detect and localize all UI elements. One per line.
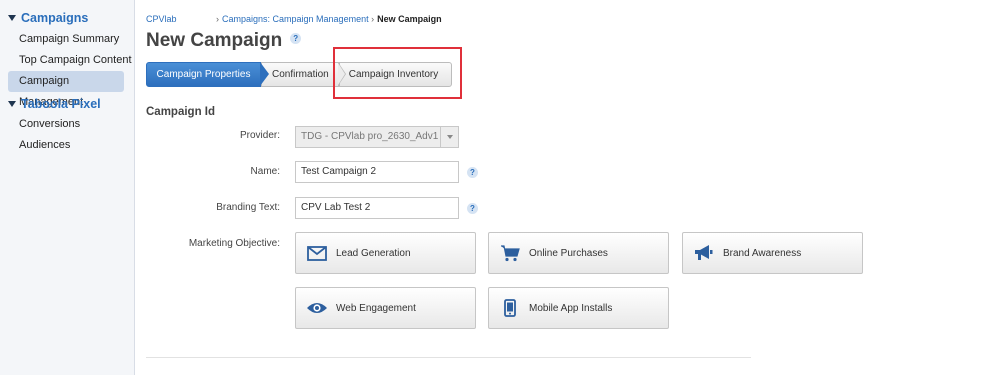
sidebar-item-campaign-management[interactable]: Campaign Management bbox=[8, 71, 124, 108]
objective-lead-generation[interactable]: Lead Generation bbox=[295, 232, 476, 274]
sidebar-item-campaign-summary[interactable]: Campaign Summary bbox=[0, 29, 134, 50]
provider-select[interactable]: TDG - CPVlab pro_2630_Adv1 bbox=[295, 126, 459, 148]
breadcrumb-parent-link[interactable]: Campaigns: Campaign Management bbox=[222, 14, 369, 24]
sidebar-item-top-campaign-content[interactable]: Top Campaign Content bbox=[0, 50, 134, 71]
objective-online-purchases[interactable]: Online Purchases bbox=[488, 232, 669, 274]
name-label: Name: bbox=[250, 166, 280, 177]
breadcrumb-separator: › bbox=[216, 14, 219, 24]
wizard-step-confirmation[interactable]: Confirmation bbox=[261, 62, 346, 87]
chevron-down-icon bbox=[440, 127, 458, 147]
divider bbox=[146, 357, 751, 358]
sidebar-group-label: Taboola Pixel bbox=[21, 97, 101, 111]
page-title: New Campaign bbox=[146, 30, 283, 51]
wizard-step-campaign-properties[interactable]: Campaign Properties bbox=[146, 62, 269, 87]
megaphone-icon bbox=[693, 242, 715, 264]
objective-label: Online Purchases bbox=[529, 247, 608, 259]
eye-icon bbox=[306, 297, 328, 319]
breadcrumb: CPVlab › Campaigns: Campaign Management ›… bbox=[146, 14, 442, 24]
sidebar-group-label: Campaigns bbox=[21, 11, 89, 25]
help-icon[interactable]: ? bbox=[467, 167, 478, 178]
name-field[interactable]: Test Campaign 2 bbox=[295, 161, 459, 183]
provider-value: TDG - CPVlab pro_2630_Adv1 bbox=[301, 131, 439, 142]
objective-label: Mobile App Installs bbox=[529, 302, 613, 314]
help-icon[interactable]: ? bbox=[467, 203, 478, 214]
mobile-icon bbox=[499, 297, 521, 319]
objective-label: Lead Generation bbox=[336, 247, 411, 259]
branding-text-label: Branding Text: bbox=[216, 202, 280, 213]
branding-text-field[interactable]: CPV Lab Test 2 bbox=[295, 197, 459, 219]
objective-brand-awareness[interactable]: Brand Awareness bbox=[682, 232, 863, 274]
marketing-objective-label: Marketing Objective: bbox=[188, 238, 280, 249]
cart-icon bbox=[499, 242, 521, 264]
section-title: Campaign Id bbox=[146, 106, 216, 118]
objective-label: Web Engagement bbox=[336, 302, 416, 314]
collapse-triangle-icon bbox=[8, 101, 16, 107]
help-icon[interactable]: ? bbox=[290, 33, 302, 45]
sidebar: Campaigns Campaign Summary Top Campaign … bbox=[0, 0, 135, 375]
objective-label: Brand Awareness bbox=[723, 247, 802, 259]
envelope-icon bbox=[306, 242, 328, 264]
highlight-box bbox=[333, 47, 462, 99]
sidebar-group-campaigns[interactable]: Campaigns bbox=[0, 8, 134, 28]
collapse-triangle-icon bbox=[8, 15, 16, 21]
page-title-container: New Campaign? bbox=[146, 30, 302, 52]
breadcrumb-current: New Campaign bbox=[377, 14, 442, 24]
sidebar-item-audiences[interactable]: Audiences bbox=[0, 135, 134, 156]
sidebar-item-conversions[interactable]: Conversions bbox=[0, 114, 134, 135]
objective-mobile-app-installs[interactable]: Mobile App Installs bbox=[488, 287, 669, 329]
provider-label: Provider: bbox=[239, 130, 280, 141]
objective-web-engagement[interactable]: Web Engagement bbox=[295, 287, 476, 329]
breadcrumb-separator: › bbox=[371, 14, 375, 24]
breadcrumb-home-link[interactable]: CPVlab bbox=[146, 14, 177, 24]
